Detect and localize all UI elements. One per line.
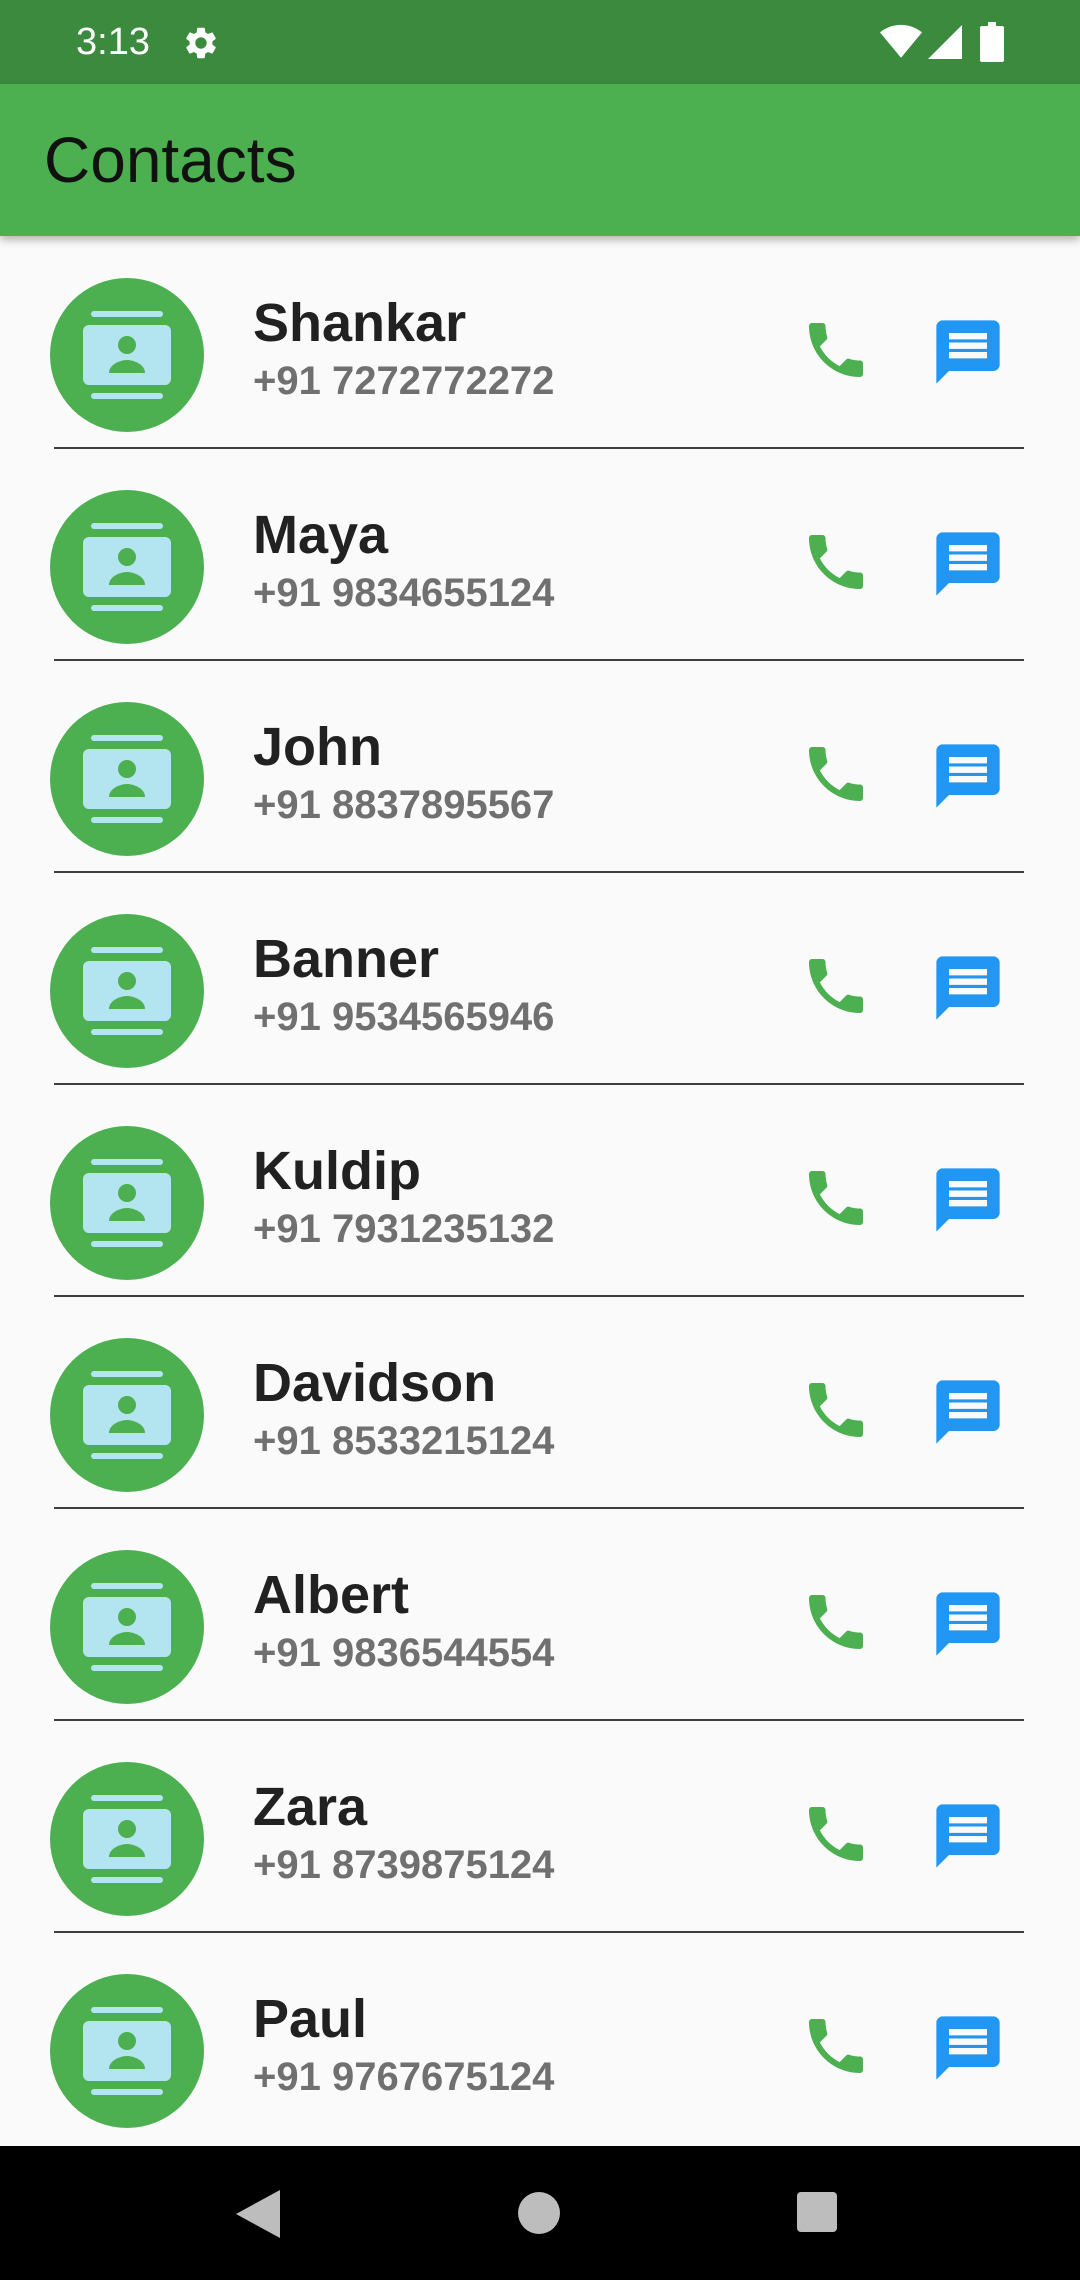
contact-avatar [50, 278, 204, 432]
page-title: Contacts [44, 124, 297, 196]
contact-card-icon [83, 1159, 171, 1247]
wifi-icon [880, 24, 922, 58]
contact-phone: +91 8739875124 [253, 1843, 555, 1887]
contact-card-icon [83, 735, 171, 823]
phone-icon[interactable] [800, 1162, 872, 1234]
message-icon[interactable] [930, 738, 1006, 814]
contact-avatar [50, 1126, 204, 1280]
message-icon[interactable] [930, 314, 1006, 390]
phone-icon[interactable] [800, 950, 872, 1022]
contact-name: Paul [253, 1989, 368, 2049]
contact-name: Davidson [253, 1353, 497, 1413]
phone-icon[interactable] [800, 738, 872, 810]
contact-phone: +91 8533215124 [253, 1419, 555, 1463]
contact-phone: +91 7272772272 [253, 359, 555, 403]
contact-avatar [50, 1762, 204, 1916]
contact-name: Albert [253, 1565, 410, 1625]
contact-avatar [50, 1974, 204, 2128]
message-icon[interactable] [930, 950, 1006, 1026]
status-bar: 3:13 [0, 0, 1080, 84]
contact-name: Banner [253, 929, 440, 989]
navigation-bar [0, 2146, 1080, 2280]
contact-row[interactable]: Kuldip +91 7931235132 [0, 1084, 1080, 1297]
contact-card-icon [83, 2007, 171, 2095]
contact-name: Shankar [253, 293, 467, 353]
message-icon[interactable] [930, 1798, 1006, 1874]
contact-name: Kuldip [253, 1141, 421, 1201]
contact-card-icon [83, 311, 171, 399]
contact-row[interactable]: John +91 8837895567 [0, 660, 1080, 873]
contact-phone: +91 9834655124 [253, 571, 555, 615]
contact-avatar [50, 490, 204, 644]
contact-row[interactable]: Davidson +91 8533215124 [0, 1296, 1080, 1509]
contact-phone: +91 7931235132 [253, 1207, 555, 1251]
contact-phone: +91 9836544554 [253, 1631, 555, 1675]
contact-phone: +91 9767675124 [253, 2055, 555, 2099]
contact-name: John [253, 717, 382, 777]
contact-row[interactable]: Banner +91 9534565946 [0, 872, 1080, 1085]
back-icon[interactable] [236, 2190, 280, 2238]
contact-name: Zara [253, 1777, 368, 1837]
app-bar: Contacts [0, 84, 1080, 236]
status-time: 3:13 [76, 21, 150, 63]
contact-card-icon [83, 523, 171, 611]
contact-avatar [50, 1550, 204, 1704]
contact-row[interactable]: Paul +91 9767675124 [0, 1932, 1080, 2144]
contact-card-icon [83, 1583, 171, 1671]
contacts-screen: 3:13 Contacts Shankar +91 7272772272 May… [0, 0, 1080, 2280]
message-icon[interactable] [930, 526, 1006, 602]
phone-icon[interactable] [800, 1586, 872, 1658]
message-icon[interactable] [930, 1586, 1006, 1662]
contact-list[interactable]: Shankar +91 7272772272 Maya +91 98346551… [0, 236, 1080, 2146]
contact-name: Maya [253, 505, 389, 565]
contact-avatar [50, 914, 204, 1068]
phone-icon[interactable] [800, 314, 872, 386]
contact-row[interactable]: Zara +91 8739875124 [0, 1720, 1080, 1933]
contact-card-icon [83, 1371, 171, 1459]
home-icon[interactable] [518, 2192, 560, 2234]
signal-icon [928, 25, 962, 59]
contact-avatar [50, 1338, 204, 1492]
phone-icon[interactable] [800, 1798, 872, 1870]
contact-card-icon [83, 947, 171, 1035]
phone-icon[interactable] [800, 1374, 872, 1446]
contact-row[interactable]: Albert +91 9836544554 [0, 1508, 1080, 1721]
contact-row[interactable]: Maya +91 9834655124 [0, 448, 1080, 661]
contact-row[interactable]: Shankar +91 7272772272 [0, 236, 1080, 449]
phone-icon[interactable] [800, 2010, 872, 2082]
contact-avatar [50, 702, 204, 856]
message-icon[interactable] [930, 1374, 1006, 1450]
contact-phone: +91 8837895567 [253, 783, 555, 827]
gear-icon [186, 27, 216, 59]
contact-phone: +91 9534565946 [253, 995, 555, 1039]
contact-card-icon [83, 1795, 171, 1883]
message-icon[interactable] [930, 1162, 1006, 1238]
recents-icon[interactable] [797, 2192, 837, 2232]
message-icon[interactable] [930, 2010, 1006, 2086]
battery-icon [980, 22, 1004, 62]
phone-icon[interactable] [800, 526, 872, 598]
